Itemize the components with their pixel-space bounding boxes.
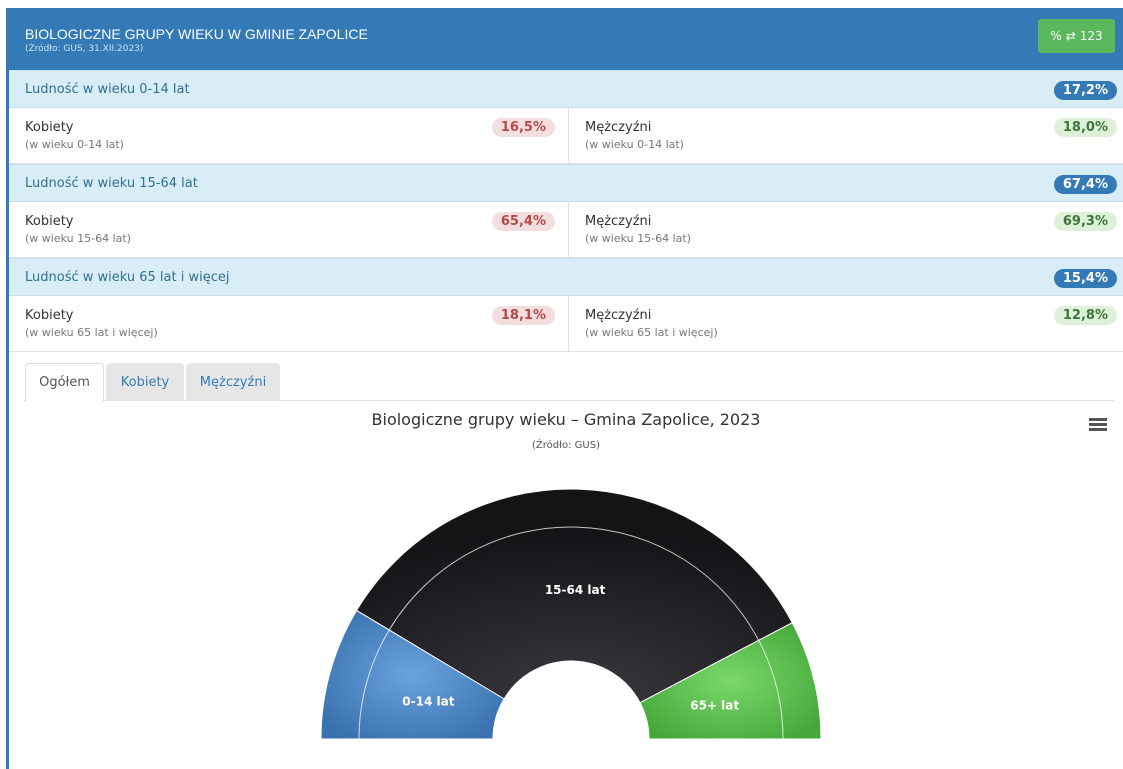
semi-donut-chart: 0-14 lat 15-64 lat 65+ lat	[320, 488, 822, 740]
slice-label-2: 65+ lat	[690, 699, 739, 713]
panel: BIOLOGICZNE GRUPY WIEKU W GMINIE ZAPOLIC…	[9, 8, 1123, 769]
slice-label-1: 15-64 lat	[545, 583, 606, 597]
slice-label-0: 0-14 lat	[402, 694, 454, 708]
page-frame: BIOLOGICZNE GRUPY WIEKU W GMINIE ZAPOLIC…	[0, 0, 1123, 769]
